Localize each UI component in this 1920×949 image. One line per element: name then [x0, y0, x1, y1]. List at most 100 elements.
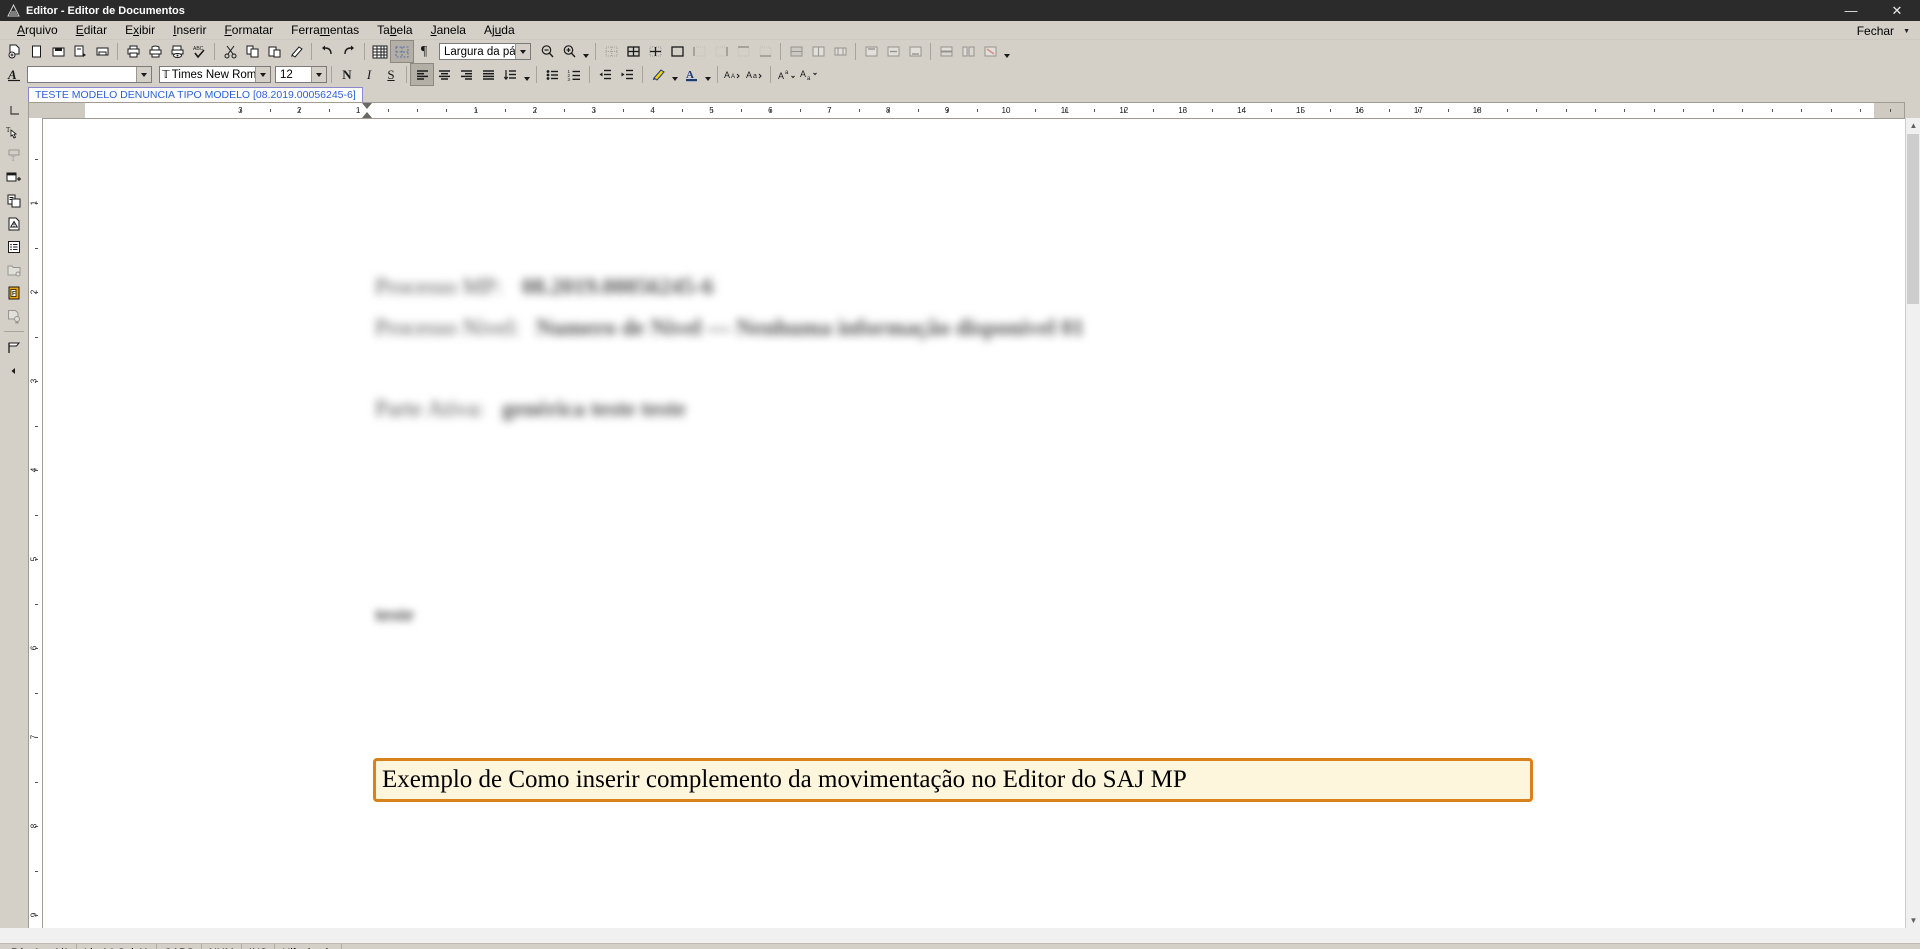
zoom-level-combo[interactable]: Largura da págin [439, 43, 531, 60]
status-ins[interactable]: INS [242, 944, 276, 949]
cut-button[interactable] [219, 41, 241, 62]
text-cursor-hand-icon[interactable]: T [3, 121, 25, 142]
close-button[interactable]: ✕ [1874, 0, 1920, 21]
table-more-dropdown[interactable] [1001, 41, 1012, 62]
align-center-button[interactable] [433, 64, 455, 85]
redo-button[interactable] [338, 41, 360, 62]
formatting-marks-button[interactable]: ¶ [413, 41, 435, 62]
insert-column-button[interactable] [957, 41, 979, 62]
chevron-down-icon[interactable] [515, 44, 530, 59]
status-page[interactable]: Pág 1 1/1 [4, 944, 78, 949]
print-preview-button[interactable] [144, 41, 166, 62]
align-cell-top-button[interactable] [860, 41, 882, 62]
minimize-button[interactable]: — [1828, 0, 1874, 21]
seal-document-icon[interactable] [3, 305, 25, 326]
superscript-button[interactable]: Aa [775, 64, 797, 85]
zoom-out-button[interactable] [536, 41, 558, 62]
table-bottom-border-button[interactable] [754, 41, 776, 62]
table-right-border-button[interactable] [710, 41, 732, 62]
document-canvas[interactable]: Processo MP: 08.2019.00056245-6 Processo… [43, 118, 1905, 928]
first-line-indent-marker[interactable] [362, 103, 372, 109]
insert-row-button[interactable] [935, 41, 957, 62]
zoom-dropdown-button[interactable] [580, 41, 591, 62]
status-hyphenation[interactable]: Hifenizado [275, 944, 343, 949]
subscript-button[interactable]: Aa [797, 64, 819, 85]
change-case-button[interactable]: AA [722, 64, 744, 85]
insert-object-icon[interactable] [3, 167, 25, 188]
menu-ferramentas[interactable]: Ferramentas [282, 21, 368, 39]
highlight-color-dropdown[interactable] [669, 64, 680, 85]
undo-button[interactable] [316, 41, 338, 62]
table-grid-dotted-button[interactable] [600, 41, 622, 62]
ruler-corner[interactable] [0, 102, 28, 118]
page-preview-button[interactable] [166, 41, 188, 62]
chevron-down-icon[interactable] [136, 67, 151, 82]
font-name-combo[interactable]: 𝕋 Times New Roma [159, 66, 271, 83]
split-cells-button[interactable] [807, 41, 829, 62]
bullet-list-button[interactable] [541, 64, 563, 85]
font-color-button[interactable]: A [680, 64, 702, 85]
copy-button[interactable] [241, 41, 263, 62]
align-left-button[interactable] [410, 63, 434, 86]
table-inner-borders-button[interactable] [644, 41, 666, 62]
align-right-button[interactable] [455, 64, 477, 85]
save-document-button[interactable] [47, 41, 69, 62]
menu-janela[interactable]: Janela [422, 21, 475, 39]
export-pdf-button[interactable] [91, 41, 113, 62]
table-left-border-button[interactable] [688, 41, 710, 62]
vertical-scrollbar[interactable]: ▲ ▼ [1905, 118, 1920, 928]
folder-icon[interactable] [3, 259, 25, 280]
collapse-arrow-icon[interactable] [3, 360, 25, 381]
status-caps[interactable]: CAPS [157, 944, 202, 949]
increase-indent-button[interactable] [616, 64, 638, 85]
italic-button[interactable]: I [358, 64, 380, 85]
menu-formatar[interactable]: Formatar [215, 21, 282, 39]
line-spacing-button[interactable] [499, 64, 521, 85]
menu-inserir[interactable]: Inserir [164, 21, 215, 39]
horizontal-ruler[interactable]: 321123456789101112131415161718 [28, 102, 1905, 118]
line-spacing-dropdown[interactable] [521, 64, 532, 85]
zoom-in-button[interactable] [558, 41, 580, 62]
align-cell-center-button[interactable] [882, 41, 904, 62]
optimize-table-button[interactable] [829, 41, 851, 62]
bold-button[interactable]: N [336, 64, 358, 85]
insert-table-button[interactable] [369, 41, 391, 62]
font-size-combo[interactable]: 12 [275, 66, 327, 83]
bookmark-highlight-icon[interactable]: F [3, 282, 25, 303]
document-tab[interactable]: TESTE MODELO DENUNCIA TIPO MODELO [08.20… [28, 87, 363, 102]
highlight-color-button[interactable] [647, 64, 669, 85]
copy-block-icon[interactable] [3, 190, 25, 211]
delete-row-button[interactable] [979, 41, 1001, 62]
merge-cells-button[interactable] [785, 41, 807, 62]
status-cursor-position[interactable]: Lin 14 Col 41 [77, 944, 157, 949]
menu-exibir[interactable]: Exibir [116, 21, 164, 39]
flag-icon[interactable] [3, 337, 25, 358]
print-button[interactable] [122, 41, 144, 62]
menu-arquivo[interactable]: AArquivorquivo [8, 21, 67, 39]
vertical-ruler[interactable]: 123456789 [28, 118, 43, 928]
horizontal-scroll-area[interactable] [0, 928, 1920, 943]
menu-editar[interactable]: Editar [67, 21, 116, 39]
scroll-thumb[interactable] [1907, 134, 1919, 304]
table-top-border-button[interactable] [732, 41, 754, 62]
format-paintbrush-button[interactable] [285, 41, 307, 62]
table-boundaries-button[interactable] [390, 40, 414, 63]
paste-button[interactable] [263, 41, 285, 62]
paragraph-style-combo[interactable] [27, 66, 152, 83]
status-num[interactable]: NUM [202, 944, 242, 949]
list-document-icon[interactable] [3, 236, 25, 257]
document-page[interactable]: Processo MP: 08.2019.00056245-6 Processo… [43, 119, 1905, 928]
open-document-button[interactable] [25, 41, 47, 62]
save-as-button[interactable] [69, 41, 91, 62]
align-justify-button[interactable] [477, 64, 499, 85]
font-color-dropdown[interactable] [702, 64, 713, 85]
chevron-down-icon[interactable] [311, 67, 326, 82]
menu-tabela[interactable]: Tabela [368, 21, 421, 39]
numbered-list-button[interactable]: 123 [563, 64, 585, 85]
spellcheck-button[interactable]: ABC [188, 41, 210, 62]
new-document-button[interactable] [3, 41, 25, 62]
small-caps-button[interactable]: Aa [744, 64, 766, 85]
menu-ajuda[interactable]: Ajuda [475, 21, 524, 39]
highlighted-text-box[interactable]: Exemplo de Como inserir complemento da m… [373, 758, 1533, 802]
text-field-icon[interactable]: T [3, 144, 25, 165]
